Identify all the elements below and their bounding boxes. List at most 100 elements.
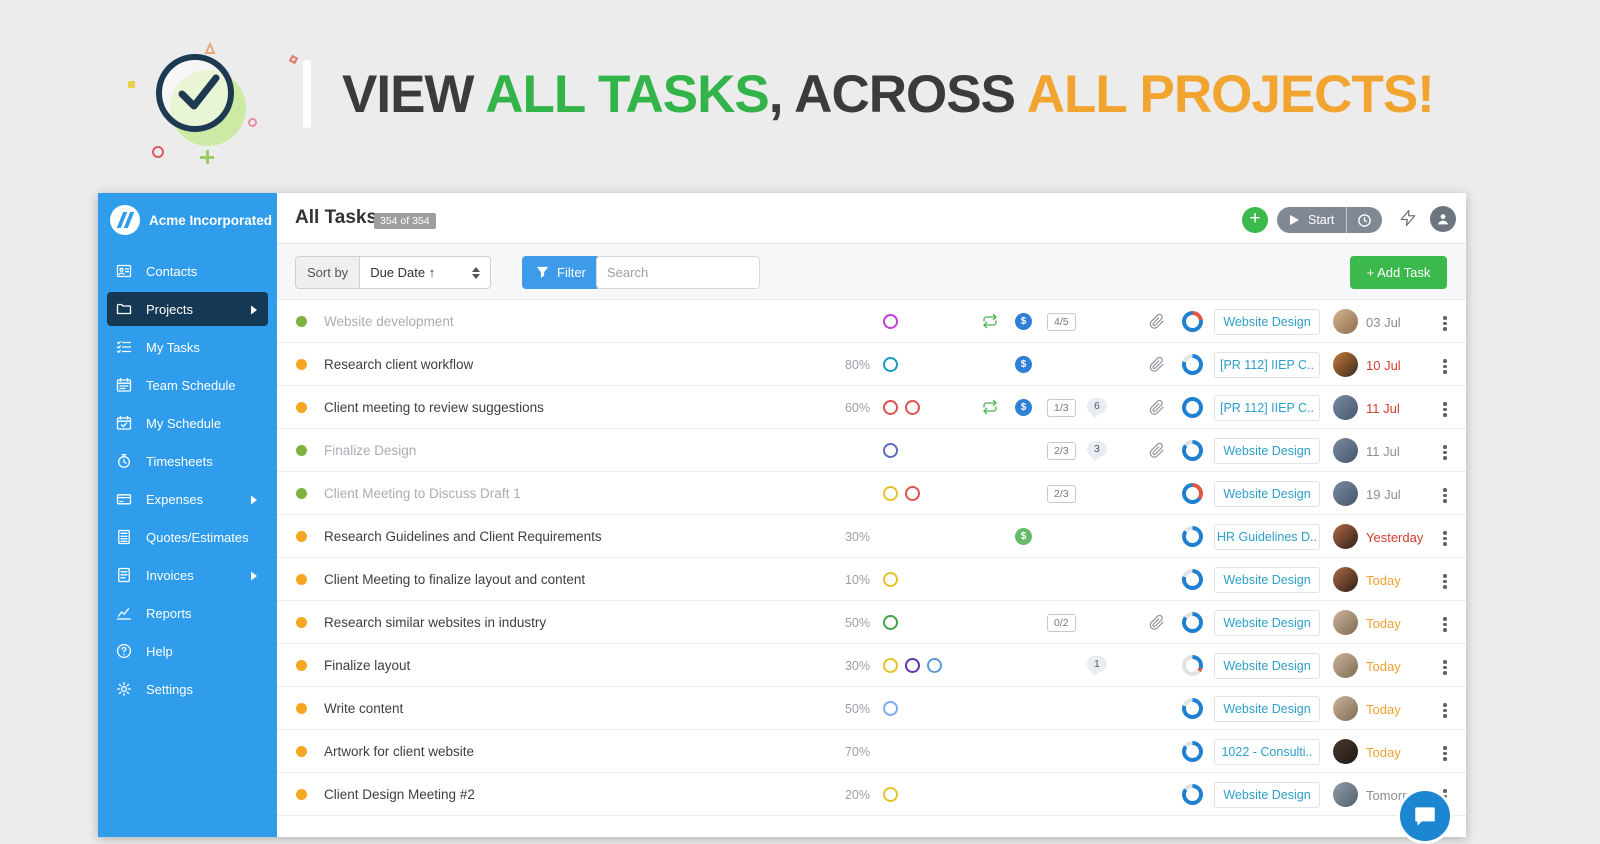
row-menu-button[interactable]	[1437, 613, 1453, 636]
quotes-icon	[116, 529, 132, 545]
project-chip[interactable]: Website Design	[1214, 782, 1320, 808]
table-row[interactable]: Artwork for client website 70% $ 1022 - …	[277, 730, 1466, 773]
sidebar-item-settings[interactable]: Settings	[107, 672, 268, 706]
project-chip[interactable]: Website Design	[1214, 567, 1320, 593]
sidebar-item-team-schedule[interactable]: Team Schedule	[107, 368, 268, 402]
task-title[interactable]: Client Meeting to Discuss Draft 1	[324, 486, 521, 501]
brand[interactable]: Acme Incorporated	[110, 204, 272, 236]
avatar[interactable]	[1333, 567, 1358, 592]
sidebar-item-timesheets[interactable]: Timesheets	[107, 444, 268, 478]
play-icon[interactable]	[1290, 215, 1299, 225]
avatar[interactable]	[1333, 653, 1358, 678]
tag-circle-icon	[883, 400, 898, 415]
row-menu-button[interactable]	[1437, 312, 1453, 335]
account-icon[interactable]	[1430, 206, 1456, 232]
due-date: Today	[1366, 616, 1401, 631]
comment-badge: 1	[1087, 656, 1107, 672]
project-chip[interactable]: Website Design	[1214, 653, 1320, 679]
task-title[interactable]: Research similar websites in industry	[324, 615, 546, 630]
task-title[interactable]: Client Meeting to finalize layout and co…	[324, 572, 585, 587]
filter-button[interactable]: Filter	[522, 256, 600, 289]
my-schedule-icon	[116, 415, 132, 431]
row-menu-button[interactable]	[1437, 355, 1453, 378]
table-row[interactable]: Write content 50% $ Website Design Today	[277, 687, 1466, 730]
status-dot-icon	[296, 746, 307, 757]
sort-dropdown[interactable]: Due Date ↑	[359, 256, 492, 289]
sidebar-item-help[interactable]: Help	[107, 634, 268, 668]
task-title[interactable]: Website development	[324, 314, 454, 329]
task-title[interactable]: Finalize Design	[324, 443, 416, 458]
chat-widget-button[interactable]	[1397, 788, 1453, 844]
task-title[interactable]: Finalize layout	[324, 658, 410, 673]
tag-circles	[883, 443, 898, 458]
project-chip[interactable]: HR Guidelines D..	[1214, 524, 1320, 550]
avatar[interactable]	[1333, 395, 1358, 420]
sidebar-item-contacts[interactable]: Contacts	[107, 254, 268, 288]
project-chip[interactable]: [PR 112] IIEP C..	[1214, 352, 1320, 378]
table-row[interactable]: Research client workflow 80% $ [PR 112] …	[277, 343, 1466, 386]
table-row[interactable]: Finalize layout 30% $ 1 Website Design T…	[277, 644, 1466, 687]
row-menu-button[interactable]	[1437, 570, 1453, 593]
table-row[interactable]: Client Design Meeting #2 20% $ Website D…	[277, 773, 1466, 816]
row-menu-button[interactable]	[1437, 742, 1453, 765]
task-title[interactable]: Client Design Meeting #2	[324, 787, 475, 802]
sidebar-item-reports[interactable]: Reports	[107, 596, 268, 630]
search-input[interactable]	[607, 265, 783, 280]
task-title[interactable]: Research client workflow	[324, 357, 473, 372]
table-row[interactable]: Research Guidelines and Client Requireme…	[277, 515, 1466, 558]
confetti-square-icon	[128, 81, 135, 88]
row-menu-button[interactable]	[1437, 699, 1453, 722]
status-dot-icon	[296, 402, 307, 413]
due-date: 03 Jul	[1366, 315, 1401, 330]
table-row[interactable]: Website development $ 4/5 Website Design…	[277, 300, 1466, 343]
row-menu-button[interactable]	[1437, 527, 1453, 550]
start-button[interactable]: Start	[1308, 213, 1334, 227]
row-menu-button[interactable]	[1437, 656, 1453, 679]
checklist-badge: 1/3	[1047, 399, 1076, 417]
sidebar-item-expenses[interactable]: Expenses	[107, 482, 268, 516]
sidebar-item-my-schedule[interactable]: My Schedule	[107, 406, 268, 440]
row-menu-button[interactable]	[1437, 441, 1453, 464]
row-menu-button[interactable]	[1437, 484, 1453, 507]
bolt-icon[interactable]	[1399, 207, 1417, 234]
chevron-right-icon	[250, 493, 258, 508]
sidebar-item-my-tasks[interactable]: My Tasks	[107, 330, 268, 364]
task-title[interactable]: Write content	[324, 701, 403, 716]
avatar[interactable]	[1333, 438, 1358, 463]
project-chip[interactable]: 1022 - Consulti..	[1214, 739, 1320, 765]
avatar[interactable]	[1333, 524, 1358, 549]
task-title[interactable]: Client meeting to review suggestions	[324, 400, 544, 415]
table-row[interactable]: Research similar websites in industry 50…	[277, 601, 1466, 644]
table-row[interactable]: Finalize Design $ 2/3 3 Website Design 1…	[277, 429, 1466, 472]
quick-add-button[interactable]: +	[1242, 207, 1268, 233]
sidebar-item-invoices[interactable]: Invoices	[107, 558, 268, 592]
add-task-button[interactable]: + Add Task	[1350, 256, 1447, 289]
sidebar-item-projects[interactable]: Projects	[107, 292, 268, 326]
progress-donut	[1182, 483, 1203, 504]
avatar[interactable]	[1333, 782, 1358, 807]
table-row[interactable]: Client meeting to review suggestions 60%…	[277, 386, 1466, 429]
avatar[interactable]	[1333, 696, 1358, 721]
avatar[interactable]	[1333, 481, 1358, 506]
avatar[interactable]	[1333, 739, 1358, 764]
table-row[interactable]: Client Meeting to finalize layout and co…	[277, 558, 1466, 601]
task-title[interactable]: Artwork for client website	[324, 744, 474, 759]
avatar[interactable]	[1333, 610, 1358, 635]
row-menu-button[interactable]	[1437, 398, 1453, 421]
project-chip[interactable]: Website Design	[1214, 438, 1320, 464]
banner-title-part: ALL TASKS	[485, 65, 769, 124]
timer-icon[interactable]	[1347, 213, 1382, 228]
project-chip[interactable]: [PR 112] IIEP C..	[1214, 395, 1320, 421]
tag-circle-icon	[905, 400, 920, 415]
project-chip[interactable]: Website Design	[1214, 610, 1320, 636]
project-chip[interactable]: Website Design	[1214, 481, 1320, 507]
tag-circle-icon	[883, 443, 898, 458]
project-chip[interactable]: Website Design	[1214, 309, 1320, 335]
sidebar-item-quotes-estimates[interactable]: Quotes/Estimates	[107, 520, 268, 554]
task-title[interactable]: Research Guidelines and Client Requireme…	[324, 529, 602, 544]
project-chip[interactable]: Website Design	[1214, 696, 1320, 722]
avatar[interactable]	[1333, 309, 1358, 334]
tag-circle-icon	[883, 357, 898, 372]
avatar[interactable]	[1333, 352, 1358, 377]
table-row[interactable]: Client Meeting to Discuss Draft 1 $ 2/3 …	[277, 472, 1466, 515]
